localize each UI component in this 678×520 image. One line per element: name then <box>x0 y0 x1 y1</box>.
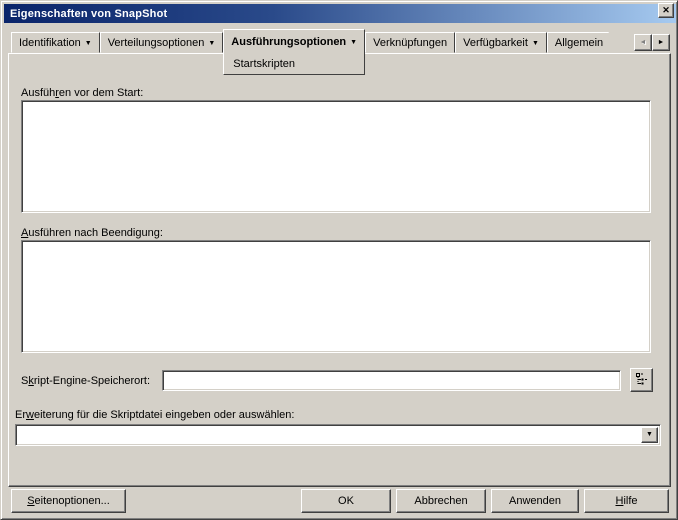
browse-tree-button[interactable] <box>630 368 653 392</box>
subtab-startskripten[interactable]: Startskripten <box>223 53 366 75</box>
chevron-down-icon: ▼ <box>84 39 92 47</box>
scroll-tabs-right-button[interactable]: ► <box>652 34 670 51</box>
arrow-right-icon: ► <box>657 39 665 46</box>
tab-verfuegbarkeit[interactable]: Verfügbarkeit ▼ <box>455 32 547 53</box>
run-before-label: Ausführen vor dem Start: <box>21 87 144 99</box>
tab-label: Allgemein <box>554 36 604 49</box>
tab-identifikation[interactable]: Identifikation ▼ <box>11 32 100 53</box>
tab-label: Verfügbarkeit <box>463 36 528 49</box>
extension-label: Erweiterung für die Skriptdatei eingeben… <box>15 409 295 421</box>
run-after-label: Ausführen nach Beendigung: <box>21 227 163 239</box>
tab-scroller: ◄ ► <box>634 34 670 51</box>
run-before-textarea[interactable] <box>21 100 651 213</box>
subtab-label: Startskripten <box>233 57 296 70</box>
titlebar[interactable]: Eigenschaften von SnapShot <box>4 4 676 23</box>
extension-combobox-dropdown-button[interactable]: ▼ <box>641 427 658 443</box>
chevron-down-icon: ▼ <box>208 39 216 47</box>
arrow-left-icon: ◄ <box>639 39 647 46</box>
chevron-down-icon: ▼ <box>646 431 653 438</box>
engine-location-label: Skript-Engine-Speicherort: <box>21 375 151 387</box>
cancel-button[interactable]: Abbrechen <box>396 489 486 513</box>
tab-label: Ausführungsoptionen <box>231 35 347 48</box>
tab-strip: Identifikation ▼ Verteilungsoptionen ▼ A… <box>11 29 613 75</box>
engine-location-input[interactable] <box>162 370 621 391</box>
properties-dialog: Eigenschaften von SnapShot ✕ Identifikat… <box>0 0 678 520</box>
tab-ausfuehrungsoptionen[interactable]: Ausführungsoptionen ▼ Startskripten <box>223 29 366 75</box>
apply-button[interactable]: Anwenden <box>491 489 579 513</box>
close-button[interactable]: ✕ <box>658 3 674 18</box>
extension-combobox: ▼ <box>15 424 661 446</box>
close-icon: ✕ <box>662 5 670 15</box>
tab-label: Verteilungsoptionen <box>107 36 205 49</box>
help-button[interactable]: Hilfe <box>584 489 669 513</box>
chevron-down-icon: ▼ <box>531 39 539 47</box>
tree-browse-icon <box>635 372 649 389</box>
scroll-tabs-left-button[interactable]: ◄ <box>634 34 652 51</box>
ok-button[interactable]: OK <box>301 489 391 513</box>
tab-label: Identifikation <box>19 36 81 49</box>
run-after-textarea[interactable] <box>21 240 651 353</box>
extension-combobox-input[interactable] <box>18 427 641 443</box>
window-title: Eigenschaften von SnapShot <box>10 7 168 20</box>
tab-allgemein[interactable]: Allgemein <box>546 32 613 53</box>
chevron-down-icon: ▼ <box>350 38 358 46</box>
page-options-button[interactable]: Seitenoptionen... <box>11 489 126 513</box>
tab-verteilungsoptionen[interactable]: Verteilungsoptionen ▼ <box>99 32 224 53</box>
tab-verknuepfungen[interactable]: Verknüpfungen <box>365 32 456 53</box>
tab-label: Verknüpfungen <box>373 36 448 49</box>
